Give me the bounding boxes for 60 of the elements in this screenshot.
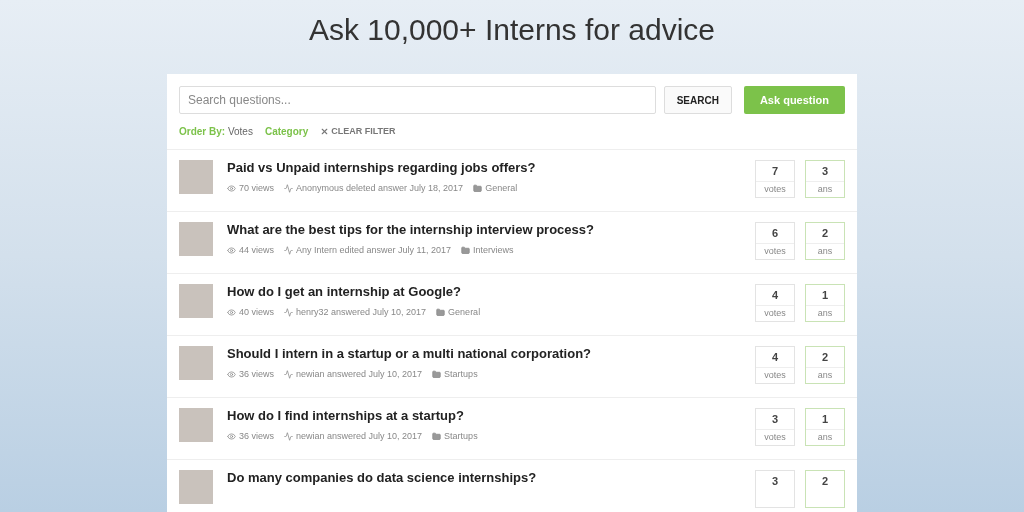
answers-count: 3 ans — [805, 160, 845, 198]
question-title[interactable]: How do I find internships at a startup? — [227, 408, 741, 424]
activity-text: henry32 answered July 10, 2017 — [296, 306, 427, 319]
votes-count: 3 — [755, 470, 795, 508]
category-label: General — [485, 182, 518, 195]
avatar-placeholder — [179, 408, 213, 442]
order-by-filter[interactable]: Order By: Votes — [179, 124, 253, 139]
votes-count: 4 votes — [755, 284, 795, 322]
view-count: 70 views — [239, 182, 274, 195]
category-label: Startups — [444, 430, 478, 443]
folder-icon — [436, 308, 446, 318]
folder-icon — [432, 432, 442, 442]
votes-count: 3 votes — [755, 408, 795, 446]
clear-filter-button[interactable]: CLEAR FILTER — [320, 124, 396, 139]
category-label: General — [448, 306, 481, 319]
folder-icon — [473, 184, 483, 194]
search-button[interactable]: SEARCH — [663, 86, 732, 114]
close-icon — [320, 127, 330, 136]
pulse-icon — [284, 308, 293, 318]
category-label: Interviews — [472, 244, 514, 257]
avatar-placeholder — [179, 222, 213, 256]
avatar-placeholder — [179, 470, 213, 504]
answers-count: 2 — [805, 470, 845, 508]
pulse-icon — [284, 432, 293, 442]
eye-icon — [227, 246, 236, 256]
question-title[interactable]: Paid vs Unpaid internships regarding jobs offers? — [227, 160, 741, 176]
view-count: 44 views — [239, 244, 274, 257]
votes-count: 6 votes — [755, 222, 795, 260]
pulse-icon — [284, 370, 293, 380]
activity-text: Anonymous deleted answer July 18, 2017 — [296, 182, 464, 195]
pulse-icon — [284, 246, 293, 256]
folder-icon — [460, 246, 470, 256]
answers-count: 1 ans — [805, 284, 845, 322]
avatar-placeholder — [179, 284, 213, 318]
votes-count: 4 votes — [755, 346, 795, 384]
question-title[interactable]: Should I intern in a startup or a multi national corporation? — [227, 346, 741, 362]
answers-count: 2 ans — [805, 346, 845, 384]
page-heading: Ask 10,000+ Interns for advice — [308, 12, 716, 48]
eye-icon — [227, 308, 236, 318]
answers-count: 1 ans — [805, 408, 845, 446]
answers-count: 2 ans — [805, 222, 845, 260]
eye-icon — [227, 184, 236, 194]
eye-icon — [227, 432, 236, 442]
avatar-placeholder — [179, 346, 213, 380]
question-title[interactable]: What are the best tips for the internship interview process? — [227, 222, 741, 238]
category-label: Startups — [444, 368, 478, 381]
question-title[interactable]: How do I get an internship at Google? — [227, 284, 741, 300]
activity-text: newian answered July 10, 2017 — [296, 430, 423, 443]
pulse-icon — [284, 184, 293, 194]
search-field[interactable]: Search questions... — [179, 86, 656, 114]
activity-text: newian answered July 10, 2017 — [296, 368, 423, 381]
activity-text: Any Intern edited answer July 11, 2017 — [296, 244, 451, 257]
folder-icon — [432, 370, 442, 380]
view-count: 36 views — [239, 368, 274, 381]
eye-icon — [227, 370, 236, 380]
question-title[interactable]: Do many companies do data science internships? — [227, 470, 741, 486]
view-count: 40 views — [239, 306, 274, 319]
view-count: 36 views — [239, 430, 274, 443]
avatar-placeholder — [179, 160, 213, 194]
votes-count: 7 votes — [755, 160, 795, 198]
